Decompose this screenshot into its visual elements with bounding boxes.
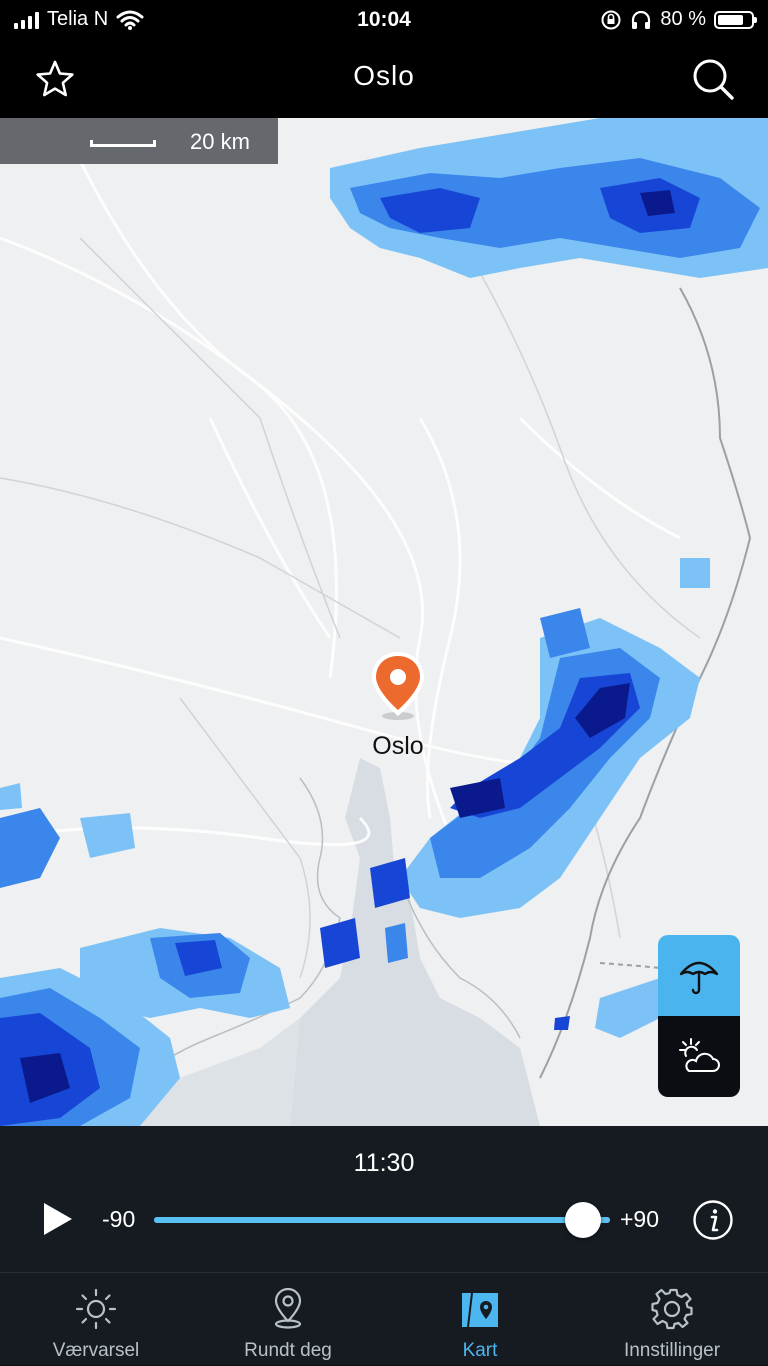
map-icon xyxy=(462,1292,498,1328)
top-navigation-bar: Oslo xyxy=(0,40,768,118)
tab-label: Værvarsel xyxy=(52,1340,140,1361)
precipitation-layer-button[interactable] xyxy=(658,935,740,1016)
info-icon[interactable] xyxy=(692,1199,734,1241)
status-right: 80 % xyxy=(600,8,757,31)
search-icon[interactable] xyxy=(690,56,736,102)
map-base xyxy=(0,118,768,1126)
scale-label: 20 km xyxy=(190,129,250,154)
tab-label: Rundt deg xyxy=(244,1340,332,1361)
battery-percent: 80 % xyxy=(660,8,706,30)
tab-bar: Værvarsel Rundt deg Kart Innstillinger xyxy=(0,1272,768,1365)
sun-cloud-icon xyxy=(679,1037,720,1072)
tab-rundt-deg[interactable]: Rundt deg xyxy=(192,1273,384,1366)
tab-label: Innstillinger xyxy=(623,1340,721,1361)
radar-map[interactable]: 20 km Oslo xyxy=(0,118,768,1126)
headphones-icon xyxy=(632,10,651,29)
umbrella-icon xyxy=(679,961,719,994)
timeline-slider[interactable] xyxy=(154,1202,610,1238)
timeline-player: 11:30 -90 +90 xyxy=(0,1126,768,1272)
tab-label: Kart xyxy=(462,1340,498,1361)
tab-vaervarsel[interactable]: Værvarsel xyxy=(0,1273,192,1366)
tab-innstillinger[interactable]: Innstillinger xyxy=(576,1273,768,1366)
page-title: Oslo xyxy=(353,60,415,91)
map-scale: 20 km xyxy=(0,118,278,164)
timeline-time: 11:30 xyxy=(353,1149,415,1177)
timeline-slider-thumb[interactable] xyxy=(564,1202,601,1238)
sun-icon xyxy=(75,1288,117,1330)
status-bar: Telia N 10:04 80 % xyxy=(0,0,768,40)
location-pin-icon xyxy=(274,1287,302,1329)
timeline-min-label: -90 xyxy=(102,1206,136,1232)
weather-layer-button[interactable] xyxy=(658,1016,740,1097)
timeline-max-label: +90 xyxy=(620,1206,660,1232)
gear-icon xyxy=(651,1288,693,1330)
location-label: Oslo xyxy=(372,732,424,760)
layer-toggle xyxy=(658,935,740,1097)
location-marker-icon[interactable] xyxy=(370,650,426,722)
tab-kart[interactable]: Kart xyxy=(384,1273,576,1366)
timeline-slider-fill xyxy=(154,1217,610,1223)
rotation-lock-icon xyxy=(601,10,621,29)
battery-icon xyxy=(714,10,757,29)
play-icon[interactable] xyxy=(40,1199,76,1239)
scale-bar xyxy=(90,140,156,147)
